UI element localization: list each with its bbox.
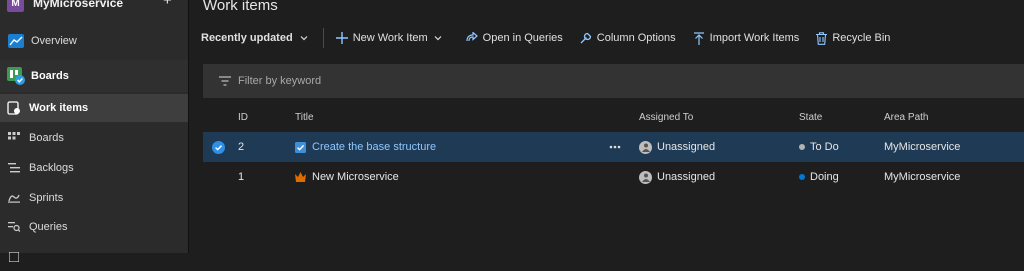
row-title-link[interactable]: New Microservice — [312, 171, 399, 183]
new-work-item-label: New Work Item — [352, 32, 428, 44]
recycle-bin-icon — [816, 31, 828, 45]
row-assigned-label: Unassigned — [657, 141, 716, 153]
column-header-state[interactable]: State — [799, 112, 822, 123]
nav-label-boards: Boards — [29, 132, 64, 144]
nav-label-queries: Queries — [29, 221, 68, 233]
row-area-path: MyMicroservice — [884, 141, 961, 153]
project-header[interactable]: M MyMicroservice + — [0, 0, 188, 14]
column-header-area-path[interactable]: Area Path — [884, 112, 928, 123]
row-more-options[interactable] — [609, 132, 621, 162]
row-id: 2 — [238, 141, 245, 153]
overview-icon — [6, 34, 26, 48]
filter-icon — [219, 76, 231, 86]
row-id: 1 — [238, 171, 245, 183]
column-options-button[interactable]: Column Options — [580, 32, 676, 44]
page-title: Work items — [203, 0, 278, 14]
nav-item-queries[interactable]: Queries — [0, 213, 188, 241]
table-header: ID Title Assigned To State Area Path — [203, 108, 1024, 128]
nav-label-backlogs: Backlogs — [29, 162, 74, 174]
nav-label-overview: Overview — [31, 35, 77, 47]
unassigned-avatar-icon — [639, 170, 652, 184]
row-title-link[interactable]: Create the base structure — [312, 141, 436, 153]
plus-icon — [335, 32, 348, 44]
more-options-icon — [609, 145, 621, 149]
add-icon[interactable]: + — [163, 0, 172, 10]
toolbar: Recently updated New Work Item Open in Q… — [201, 27, 907, 49]
sprints-icon — [4, 193, 24, 203]
nav-item-boards[interactable]: Boards — [0, 124, 188, 152]
import-work-items-label: Import Work Items — [709, 32, 800, 44]
epic-crown-icon — [295, 172, 306, 182]
view-selector-label: Recently updated — [201, 32, 293, 44]
row-state: To Do — [799, 132, 839, 162]
nav-item-boards-group[interactable]: Boards — [0, 60, 188, 92]
toolbar-divider — [322, 28, 324, 48]
open-in-queries-icon — [466, 32, 478, 42]
nav-item-sprints[interactable]: Sprints — [0, 184, 188, 212]
column-options-label: Column Options — [596, 32, 676, 44]
recycle-bin-label: Recycle Bin — [832, 32, 891, 44]
column-header-assigned-to[interactable]: Assigned To — [639, 112, 693, 123]
row-title[interactable]: New Microservice — [295, 162, 399, 192]
project-avatar: M — [7, 0, 24, 12]
row-state: Doing — [799, 162, 839, 192]
nav-label-sprints: Sprints — [29, 192, 64, 204]
boards-group-icon — [6, 67, 26, 85]
nav-item-work-items[interactable]: Work items — [0, 94, 188, 122]
filter-input[interactable]: Filter by keyword — [238, 75, 321, 87]
nav-label-work-items: Work items — [29, 102, 89, 114]
row-state-label: To Do — [810, 141, 839, 153]
nav-item-backlogs[interactable]: Backlogs — [0, 154, 188, 182]
chevron-down-icon — [434, 36, 442, 41]
state-dot-icon — [799, 144, 805, 150]
task-icon — [295, 141, 306, 153]
wrench-icon — [580, 32, 591, 44]
table-row[interactable]: 1 New Microservice Unassigned Doing MyMi… — [203, 162, 1024, 192]
nav-item-more[interactable] — [0, 243, 188, 271]
main-content: Work items Recently updated New Work Ite… — [189, 0, 1024, 253]
boards-icon — [4, 132, 24, 144]
table-row[interactable]: 2 Create the base structure Unassigned T… — [203, 132, 1024, 162]
state-dot-icon — [799, 174, 805, 180]
row-selected-check-icon[interactable] — [212, 132, 225, 162]
row-state-label: Doing — [810, 171, 839, 183]
queries-icon — [4, 221, 24, 233]
row-assigned-to: Unassigned — [639, 162, 715, 192]
column-header-title[interactable]: Title — [295, 112, 314, 123]
upload-icon — [693, 31, 704, 45]
column-header-id[interactable]: ID — [238, 112, 248, 123]
open-in-queries-label: Open in Queries — [482, 32, 563, 44]
sidebar: M MyMicroservice + Overview Boards Work … — [0, 0, 189, 262]
backlogs-icon — [4, 163, 24, 173]
open-in-queries-button[interactable]: Open in Queries — [465, 32, 563, 44]
chevron-down-icon — [300, 36, 308, 41]
row-area-path: MyMicroservice — [884, 171, 961, 183]
recycle-bin-button[interactable]: Recycle Bin — [816, 31, 891, 45]
nav-item-overview[interactable]: Overview — [0, 27, 188, 55]
more-nav-icon — [4, 252, 24, 262]
row-title[interactable]: Create the base structure — [295, 132, 436, 162]
row-assigned-to: Unassigned — [639, 132, 715, 162]
row-assigned-label: Unassigned — [657, 171, 716, 183]
filter-bar[interactable]: Filter by keyword — [203, 64, 1024, 98]
view-selector[interactable]: Recently updated — [201, 32, 309, 44]
project-name: MyMicroservice — [33, 0, 124, 10]
unassigned-avatar-icon — [639, 140, 652, 154]
nav-label-boards-group: Boards — [31, 70, 69, 82]
new-work-item-button[interactable]: New Work Item — [335, 32, 448, 44]
import-work-items-button[interactable]: Import Work Items — [693, 31, 800, 45]
work-items-icon — [4, 101, 24, 115]
